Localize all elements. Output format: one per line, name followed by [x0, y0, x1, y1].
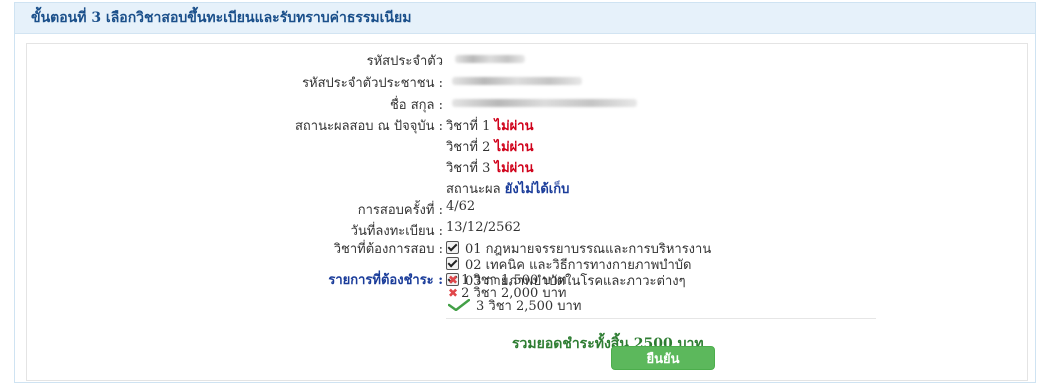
divider	[446, 318, 876, 319]
national-id-value-redacted	[452, 77, 582, 85]
student-id-label: รหัสประจำตัว	[366, 54, 443, 69]
subject2-status: วิชาที่ 2 ไม่ผ่าน	[446, 140, 534, 155]
payment-label: รายการที่ต้องชำระ :	[328, 273, 443, 288]
student-id-value-redacted	[455, 55, 525, 63]
checkbox-checked-icon[interactable]	[446, 241, 459, 254]
national-id-label: รหัสประจำตัวประชาชน :	[302, 76, 443, 91]
subjects-label: วิชาที่ต้องการสอบ :	[333, 242, 443, 257]
panel-header: ขั้นตอนที่ 3 เลือกวิชาสอบขึ้นทะเบียนและร…	[15, 3, 1035, 34]
name-label: ชื่อ สกุล :	[389, 98, 443, 113]
confirm-button[interactable]: ยืนยัน	[611, 346, 715, 370]
form-box	[26, 43, 1028, 381]
exam-round-value: 4/62	[446, 199, 476, 214]
exam-status-label: สถานะผลสอบ ณ ปัจจุบัน :	[294, 119, 443, 134]
payment-option-3[interactable]: 3 วิชา 2,500 บาท	[448, 295, 581, 316]
subject1-status: วิชาที่ 1 ไม่ผ่าน	[446, 119, 534, 134]
checkmark-icon	[448, 299, 470, 311]
overall-result: สถานะผล ยังไม่ได้เก็บ	[446, 182, 570, 197]
subject3-status: วิชาที่ 3 ไม่ผ่าน	[446, 161, 534, 176]
exam-round-label: การสอบครั้งที่ :	[357, 203, 443, 218]
reg-date-value: 13/12/2562	[446, 220, 521, 235]
name-value-redacted	[452, 99, 637, 107]
panel-title: ขั้นตอนที่ 3 เลือกวิชาสอบขึ้นทะเบียนและร…	[31, 10, 412, 26]
